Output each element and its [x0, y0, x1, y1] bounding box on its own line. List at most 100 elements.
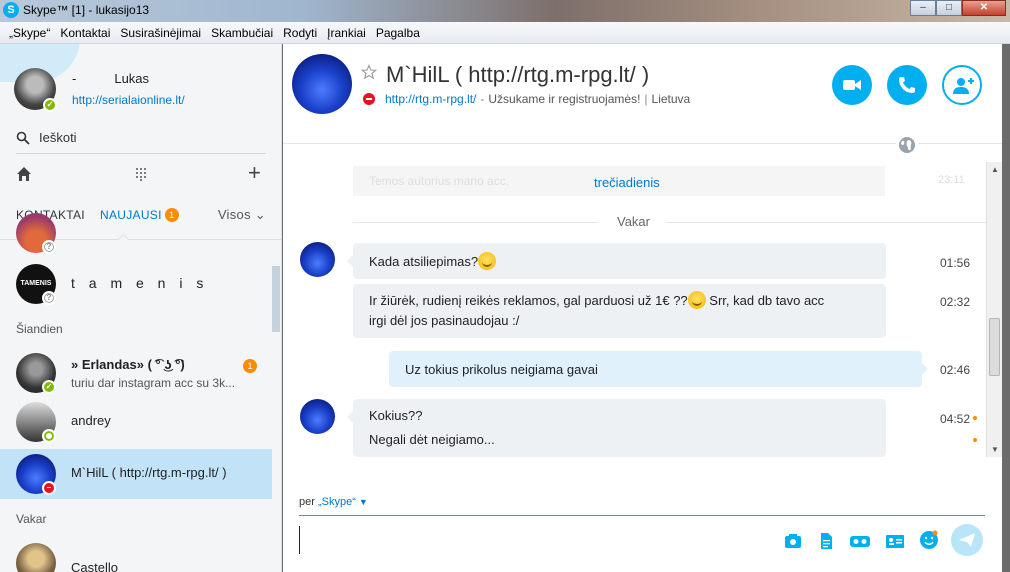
menu-view[interactable]: Rodyti: [278, 26, 322, 40]
outgoing-message-bubble[interactable]: Uz tokius prikolus neigiama gavai: [389, 351, 928, 387]
dnd-status-icon: –: [42, 481, 56, 495]
away-status-icon: [42, 429, 56, 443]
contact-name: t a m e n i s: [71, 275, 209, 291]
via-service: „Skype“: [317, 496, 356, 508]
message-scrollbar[interactable]: ▲ ▼: [986, 162, 1002, 457]
smile-emoji-icon: [687, 291, 706, 309]
contact-link[interactable]: http://rtg.m-rpg.lt/: [385, 92, 476, 106]
contact-avatar: [16, 543, 56, 572]
profile-name-dash: -: [72, 71, 77, 86]
profile-mood-link[interactable]: http://serialaionline.lt/: [72, 93, 185, 107]
sender-avatar[interactable]: [300, 399, 335, 434]
message-time: 04:52: [940, 412, 971, 426]
dnd-status-icon: [363, 93, 375, 105]
menu-conversations[interactable]: Susirašinėjimai: [115, 26, 206, 40]
emoticon-icon[interactable]: [919, 530, 939, 550]
contact-name: Castello: [71, 560, 118, 572]
menu-bar: „Skype“ Kontaktai Susirašinėjimai Skambu…: [0, 22, 1010, 44]
menu-tools[interactable]: Įrankiai: [322, 26, 371, 40]
menu-help[interactable]: Pagalba: [371, 26, 425, 40]
send-contact-icon[interactable]: [885, 532, 905, 550]
globe-icon[interactable]: [896, 134, 918, 156]
close-button[interactable]: ✕: [962, 0, 1006, 16]
send-photo-icon[interactable]: [784, 532, 802, 550]
send-arrow-icon: [959, 533, 975, 547]
conversation-avatar[interactable]: [292, 54, 352, 114]
menu-contacts[interactable]: Kontaktai: [55, 26, 115, 40]
list-item-andrey[interactable]: andrey: [0, 399, 272, 445]
menu-calls[interactable]: Skambučiai: [206, 26, 278, 40]
message-bubble[interactable]: Kada atsiliepimas?: [347, 243, 886, 279]
add-people-button[interactable]: [942, 65, 982, 105]
user-profile[interactable]: ✓ - Lukas http://serialaionline.lt/: [14, 68, 274, 114]
online-status-icon: ✓: [43, 98, 57, 112]
message-time: 02:32: [940, 295, 971, 309]
video-message-icon[interactable]: [849, 532, 871, 550]
title-bar: S Skype™ [1] - lukasijo13 – □ ✕: [0, 0, 1010, 22]
voice-call-button[interactable]: [887, 65, 927, 105]
message-list: Temos autorius mano acc. trečiadienis 23…: [283, 162, 986, 462]
message-text: Kada atsiliepimas?: [369, 254, 479, 269]
unread-badge: 1: [243, 359, 257, 373]
send-button[interactable]: [951, 524, 983, 556]
window-controls: – □ ✕: [910, 0, 1006, 16]
list-item-erlandas[interactable]: ✓ » Erlandas» ( ͡° ͜ʖ ͡°) turiu dar inst…: [0, 350, 272, 396]
message-text: Negali dėt neigiamo...: [369, 432, 495, 447]
video-call-button[interactable]: [832, 65, 872, 105]
separator-line: [666, 222, 986, 223]
caret-down-icon: ▼: [358, 497, 368, 507]
send-via-selector[interactable]: per „Skype“ ▼: [299, 496, 368, 508]
scrollbar-thumb[interactable]: [989, 318, 1000, 376]
message-time: 01:56: [940, 256, 971, 270]
day-chip: trečiadienis: [588, 175, 666, 190]
menu-skype[interactable]: „Skype“: [4, 26, 55, 40]
unknown-status-icon: ?: [42, 240, 56, 254]
window-title: Skype™ [1] - lukasijo13: [23, 3, 150, 17]
contact-last-message: turiu dar instagram acc su 3k...: [71, 376, 236, 390]
list-item-partial[interactable]: ?: [0, 210, 272, 256]
search-box[interactable]: Ieškoti: [16, 122, 266, 154]
contact-name: M`HilL ( http://rtg.m-rpg.lt/ ): [71, 465, 227, 480]
message-bubble[interactable]: Kokius?? Negali dėt neigiamo...: [347, 399, 886, 457]
conversation-subtitle: http://rtg.m-rpg.lt/ - Užsukame ir regis…: [363, 92, 690, 106]
online-status-icon: ✓: [42, 380, 56, 394]
scroll-up-arrow-icon[interactable]: ▲: [991, 165, 999, 174]
profile-name: - Lukas: [72, 71, 149, 86]
add-person-icon: [953, 78, 974, 94]
search-icon: [16, 131, 30, 145]
section-today: Šiandien: [16, 322, 63, 336]
message-text: irgi dėl jos pasinaudojau :/: [369, 313, 520, 328]
minimize-button[interactable]: –: [910, 0, 936, 16]
contact-name: andrey: [71, 413, 111, 428]
message-input[interactable]: [299, 526, 769, 554]
section-yesterday: Vakar: [16, 512, 47, 526]
message-text: Ir žiūrėk, rudienį reikės reklamos, gal …: [369, 293, 688, 308]
list-item-mhill[interactable]: – M`HilL ( http://rtg.m-rpg.lt/ ): [0, 449, 272, 499]
list-item-tamenis[interactable]: TAMENIS ? t a m e n i s: [0, 261, 272, 307]
faded-message-text: Temos autorius mano acc.: [369, 174, 510, 188]
send-file-icon[interactable]: [817, 532, 835, 550]
conversation-pane: M`HilL ( http://rtg.m-rpg.lt/ ) http://r…: [283, 44, 1002, 572]
faded-message-time: 23:11: [938, 174, 965, 186]
star-icon[interactable]: [361, 64, 377, 80]
contact-location: Lietuva: [651, 92, 691, 106]
sidebar-toolbar: +: [16, 162, 266, 186]
sidebar: ✓ - Lukas http://serialaionline.lt/ Ieško…: [0, 44, 282, 572]
conversation-title: M`HilL ( http://rtg.m-rpg.lt/ ): [386, 62, 650, 87]
list-item-castello[interactable]: Castello: [0, 540, 272, 572]
scroll-down-arrow-icon[interactable]: ▼: [991, 445, 999, 454]
separator: -: [480, 92, 485, 106]
composer-divider: [299, 515, 985, 516]
video-camera-icon: [843, 80, 861, 90]
home-icon[interactable]: [16, 166, 32, 182]
message-line: Ir žiūrėk, rudienį reikės reklamos, gal …: [369, 291, 870, 311]
dialpad-icon[interactable]: [134, 167, 148, 181]
day-separator-label: Vakar: [617, 214, 650, 229]
maximize-button[interactable]: □: [936, 0, 962, 16]
sidebar-scrollbar[interactable]: [272, 266, 280, 332]
message-text: Kokius??: [369, 408, 423, 423]
plus-icon[interactable]: +: [248, 162, 261, 184]
contact-mood: Užsukame ir registruojamės!: [488, 92, 641, 106]
message-bubble[interactable]: Ir žiūrėk, rudienį reikės reklamos, gal …: [353, 284, 886, 338]
sender-avatar[interactable]: [300, 242, 335, 277]
